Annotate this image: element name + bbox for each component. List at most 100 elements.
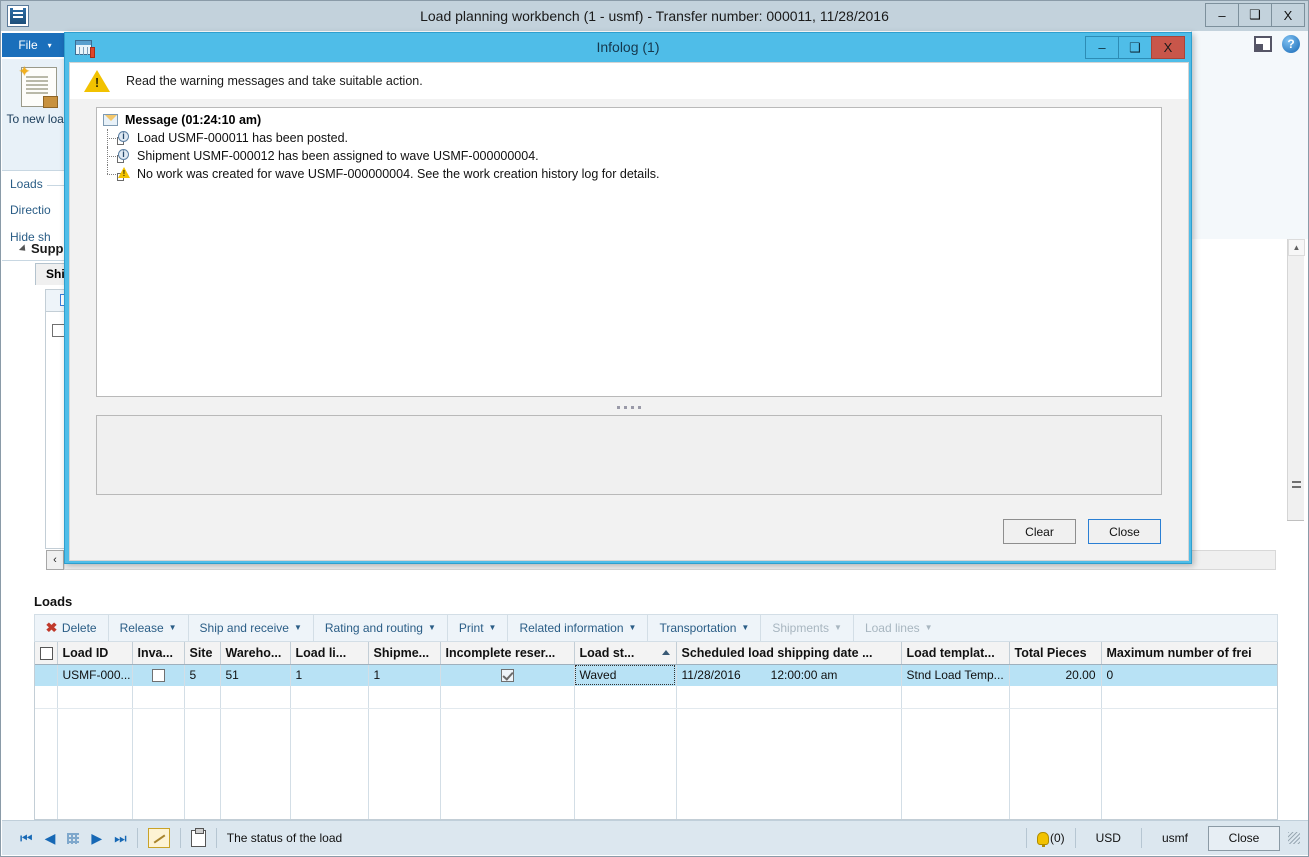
column-incomplete-reservation[interactable]: Incomplete reser...	[440, 642, 575, 665]
loads-grid[interactable]: Load ID Inva... Site Wareho... Load li..…	[34, 642, 1278, 820]
loads-table: Load ID Inva... Site Wareho... Load li..…	[35, 642, 1277, 819]
previous-record-button[interactable]: ◀	[45, 831, 56, 845]
incomplete-reservation-checkbox[interactable]	[500, 669, 514, 683]
notifications-indicator[interactable]: (0)	[1036, 831, 1065, 847]
transportation-label: Transportation	[659, 621, 737, 635]
related-information-menu-button[interactable]: Related information ▼	[508, 614, 649, 642]
window-controls: – ❑ X	[1205, 3, 1305, 27]
infolog-close-button[interactable]: X	[1151, 36, 1185, 59]
infolog-titlebar: Infolog (1) – ❑ X	[65, 33, 1191, 62]
invalid-checkbox[interactable]	[151, 669, 165, 683]
file-menu-tab[interactable]: File ▾	[2, 33, 68, 57]
release-label: Release	[119, 621, 164, 635]
tree-connector-icon	[107, 129, 117, 147]
infolog-minimize-button[interactable]: –	[1085, 36, 1119, 59]
chevron-down-icon: ▼	[628, 623, 637, 632]
release-menu-button[interactable]: Release ▼	[109, 614, 189, 642]
rating-and-routing-menu-button[interactable]: Rating and routing ▼	[314, 614, 448, 642]
warning-icon	[84, 70, 110, 92]
infolog-maximize-button[interactable]: ❑	[1118, 36, 1152, 59]
supply-section-expander[interactable]: Supp	[18, 241, 64, 256]
panel-layout-icon[interactable]	[1254, 36, 1272, 52]
close-dialog-button[interactable]: Close	[1088, 519, 1161, 544]
pane-splitter[interactable]	[96, 399, 1162, 415]
status-bar: ⏮ ◀ ▶ ⏭ The status of the load (0) USD u…	[2, 820, 1308, 855]
cell-max-freight[interactable]: 0	[1101, 664, 1277, 686]
column-site[interactable]: Site	[184, 642, 221, 665]
chevron-down-icon: ▼	[293, 623, 302, 632]
select-all-header[interactable]	[35, 642, 58, 665]
delete-button[interactable]: ✖ Delete	[35, 614, 109, 642]
column-max-freight[interactable]: Maximum number of frei	[1101, 642, 1277, 665]
cell-invalid[interactable]	[132, 664, 185, 686]
cell-load-template[interactable]: Stnd Load Temp...	[901, 664, 1010, 686]
column-invalid[interactable]: Inva...	[132, 642, 185, 665]
message-item[interactable]: i Load USMF-000011 has been posted.	[97, 129, 1161, 147]
window-close-button[interactable]: X	[1271, 3, 1305, 27]
scrollbar-thumb-grip[interactable]	[1292, 481, 1301, 488]
cell-shipments[interactable]: 1	[368, 664, 441, 686]
column-scheduled-shipping-date[interactable]: Scheduled load shipping date ...	[676, 642, 902, 665]
clear-button[interactable]: Clear	[1003, 519, 1076, 544]
supply-section-label: Supp	[31, 241, 64, 256]
window-minimize-button[interactable]: –	[1205, 3, 1239, 27]
status-bar-right: (0) USD usmf Close	[1016, 825, 1308, 851]
copy-icon[interactable]	[190, 827, 206, 847]
cell-total-pieces[interactable]: 20.00	[1009, 664, 1102, 686]
info-icon: i	[117, 149, 131, 163]
message-group-header[interactable]: Message (01:24:10 am)	[97, 108, 1161, 129]
grid-icon[interactable]	[67, 832, 80, 844]
application-window: Load planning workbench (1 - usmf) - Tra…	[0, 0, 1309, 857]
chevron-down-icon: ▼	[834, 623, 842, 632]
resize-grip[interactable]	[1288, 832, 1300, 844]
transportation-menu-button[interactable]: Transportation ▼	[648, 614, 762, 642]
cell-incomplete-reservation[interactable]	[440, 664, 575, 686]
column-load-id[interactable]: Load ID	[57, 642, 133, 665]
message-detail-pane[interactable]	[96, 415, 1162, 495]
cell-load-status[interactable]: Waved	[574, 664, 677, 686]
horizontal-scroll-left-button[interactable]: ‹	[46, 550, 64, 570]
infolog-icon	[75, 39, 95, 58]
scroll-up-button[interactable]: ▲	[1288, 239, 1305, 256]
ship-and-receive-menu-button[interactable]: Ship and receive ▼	[189, 614, 314, 642]
message-item[interactable]: i Shipment USMF-000012 has been assigned…	[97, 147, 1161, 165]
table-row-empty[interactable]	[35, 708, 1277, 819]
window-maximize-button[interactable]: ❑	[1238, 3, 1272, 27]
column-load-lines[interactable]: Load li...	[290, 642, 369, 665]
help-icon[interactable]: ?	[1282, 35, 1300, 53]
to-new-load-button[interactable]: To new load	[6, 112, 70, 127]
column-shipments[interactable]: Shipme...	[368, 642, 441, 665]
vertical-scrollbar[interactable]: ▲	[1287, 239, 1305, 520]
select-all-checkbox[interactable]	[40, 646, 53, 660]
tree-connector-icon	[107, 147, 117, 165]
cell-load-id[interactable]: USMF-000...	[57, 664, 133, 686]
content-edge	[1277, 239, 1287, 520]
print-menu-button[interactable]: Print ▼	[448, 614, 509, 642]
load-lines-label: Load lines	[864, 621, 920, 635]
cell-scheduled-shipping-date[interactable]: 11/28/2016 12:00:00 am	[676, 664, 902, 686]
table-row[interactable]: USMF-000... 5 51 1 1 Waved 11/28/2016 12…	[35, 664, 1277, 686]
scrollbar-divider	[1287, 520, 1304, 521]
divider	[1025, 828, 1027, 848]
next-record-button[interactable]: ▶	[91, 831, 102, 845]
message-text: Load USMF-000011 has been posted.	[137, 131, 349, 145]
column-warehouse[interactable]: Wareho...	[220, 642, 291, 665]
close-form-button[interactable]: Close	[1208, 825, 1280, 851]
last-record-button[interactable]: ⏭	[114, 831, 127, 845]
chevron-down-icon: ▼	[427, 623, 436, 632]
column-load-template[interactable]: Load templat...	[901, 642, 1010, 665]
row-select-cell[interactable]	[35, 664, 58, 686]
chevron-expander-icon	[18, 243, 29, 254]
envelope-icon	[103, 114, 118, 126]
message-text: Shipment USMF-000012 has been assigned t…	[137, 149, 539, 163]
table-row-empty[interactable]	[35, 686, 1277, 709]
message-item[interactable]: No work was created for wave USMF-000000…	[97, 165, 1161, 183]
cell-load-lines[interactable]: 1	[290, 664, 369, 686]
message-list-pane[interactable]: Message (01:24:10 am) i Load USMF-000011…	[96, 107, 1162, 397]
cell-site[interactable]: 5	[184, 664, 221, 686]
edit-pencil-icon[interactable]	[147, 828, 170, 848]
column-load-status[interactable]: Load st...	[574, 642, 677, 665]
cell-warehouse[interactable]: 51	[220, 664, 291, 686]
column-total-pieces[interactable]: Total Pieces	[1009, 642, 1102, 665]
first-record-button[interactable]: ⏮	[20, 831, 33, 845]
